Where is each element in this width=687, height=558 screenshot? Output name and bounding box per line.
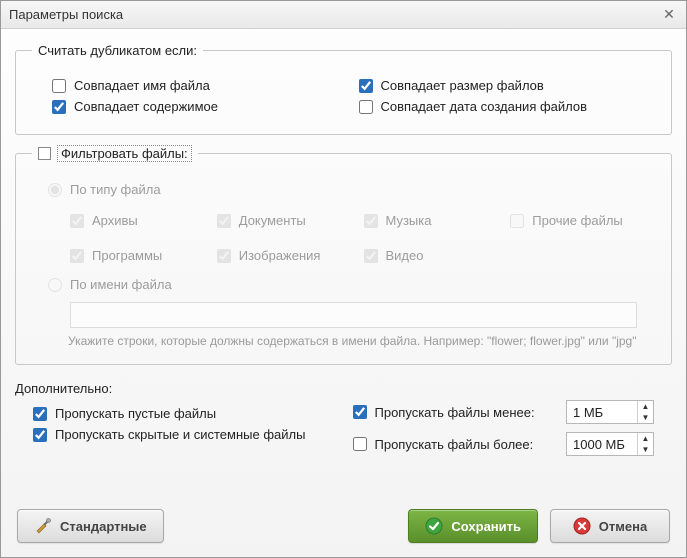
check-type-documents[interactable]: Документы — [217, 213, 354, 228]
check-match-size-label: Совпадает размер файлов — [381, 78, 544, 93]
check-skip-empty-box[interactable] — [33, 407, 47, 421]
check-type-music-box[interactable] — [364, 214, 378, 228]
check-skip-less[interactable]: Пропускать файлы менее: — [353, 405, 557, 420]
check-type-images-box[interactable] — [217, 249, 231, 263]
chevron-up-icon[interactable]: ▲ — [638, 401, 653, 412]
group-additional: Пропускать пустые файлы Пропускать скрыт… — [15, 400, 672, 456]
check-circle-icon — [425, 517, 443, 535]
radio-by-type[interactable]: По типу файла — [48, 182, 647, 197]
radio-by-name-input[interactable] — [48, 278, 62, 292]
check-match-content[interactable]: Совпадает содержимое — [52, 99, 349, 114]
check-type-music[interactable]: Музыка — [364, 213, 501, 228]
check-match-date-label: Совпадает дата создания файлов — [381, 99, 588, 114]
check-type-archives-label: Архивы — [92, 213, 138, 228]
check-type-images[interactable]: Изображения — [217, 248, 354, 263]
check-match-content-label: Совпадает содержимое — [74, 99, 218, 114]
group-duplicate: Считать дубликатом если: Совпадает имя ф… — [15, 43, 672, 135]
radio-by-name-label: По имени файла — [70, 277, 172, 292]
radio-by-type-input[interactable] — [48, 183, 62, 197]
check-match-name-label: Совпадает имя файла — [74, 78, 210, 93]
cancel-circle-icon — [573, 517, 591, 535]
check-skip-less-box[interactable] — [353, 405, 367, 419]
check-skip-more-label: Пропускать файлы более: — [375, 437, 534, 452]
group-filter-legend: Фильтровать файлы: — [32, 145, 198, 162]
defaults-button[interactable]: Стандартные — [17, 509, 164, 543]
check-type-music-label: Музыка — [386, 213, 432, 228]
check-skip-empty-label: Пропускать пустые файлы — [55, 406, 216, 421]
check-type-archives[interactable]: Архивы — [70, 213, 207, 228]
check-skip-less-label: Пропускать файлы менее: — [375, 405, 535, 420]
check-type-other-box[interactable] — [510, 214, 524, 228]
save-button-label: Сохранить — [451, 519, 521, 534]
window: Параметры поиска ✕ Считать дубликатом ес… — [0, 0, 687, 558]
group-filter: Фильтровать файлы: По типу файла Архивы … — [15, 145, 672, 365]
check-match-name-box[interactable] — [52, 79, 66, 93]
footer: Стандартные Сохранить Отмена — [1, 497, 686, 557]
check-match-content-box[interactable] — [52, 100, 66, 114]
group-additional-legend: Дополнительно: — [15, 381, 672, 396]
cancel-button[interactable]: Отмена — [550, 509, 670, 543]
check-match-size[interactable]: Совпадает размер файлов — [359, 78, 656, 93]
check-skip-more-box[interactable] — [353, 437, 367, 451]
spin-skip-more-value: 1000 МБ — [567, 437, 637, 452]
check-type-other[interactable]: Прочие файлы — [510, 213, 647, 228]
defaults-button-label: Стандартные — [60, 519, 147, 534]
check-match-date-box[interactable] — [359, 100, 373, 114]
check-skip-empty[interactable]: Пропускать пустые файлы — [33, 406, 335, 421]
check-type-archives-box[interactable] — [70, 214, 84, 228]
check-type-programs[interactable]: Программы — [70, 248, 207, 263]
radio-by-name[interactable]: По имени файла — [48, 277, 647, 292]
check-match-name[interactable]: Совпадает имя файла — [52, 78, 349, 93]
check-type-video-label: Видео — [386, 248, 424, 263]
check-type-video-box[interactable] — [364, 249, 378, 263]
check-skip-hidden-box[interactable] — [33, 428, 47, 442]
spin-skip-less[interactable]: 1 МБ ▲ ▼ — [566, 400, 654, 424]
chevron-down-icon[interactable]: ▼ — [638, 412, 653, 423]
chevron-up-icon[interactable]: ▲ — [638, 433, 653, 444]
radio-by-type-label: По типу файла — [70, 182, 161, 197]
check-match-size-box[interactable] — [359, 79, 373, 93]
spin-skip-more[interactable]: 1000 МБ ▲ ▼ — [566, 432, 654, 456]
check-type-video[interactable]: Видео — [364, 248, 501, 263]
filter-enable-checkbox[interactable] — [38, 147, 51, 160]
filter-name-input[interactable] — [70, 302, 637, 328]
check-type-programs-label: Программы — [92, 248, 162, 263]
check-skip-hidden-label: Пропускать скрытые и системные файлы — [55, 427, 305, 442]
check-type-other-label: Прочие файлы — [532, 213, 623, 228]
check-skip-more[interactable]: Пропускать файлы более: — [353, 437, 557, 452]
check-type-documents-label: Документы — [239, 213, 306, 228]
spin-skip-less-value: 1 МБ — [567, 405, 637, 420]
filter-name-hint: Укажите строки, которые должны содержать… — [68, 334, 647, 348]
save-button[interactable]: Сохранить — [408, 509, 538, 543]
check-type-programs-box[interactable] — [70, 249, 84, 263]
titlebar: Параметры поиска ✕ — [1, 1, 686, 29]
cancel-button-label: Отмена — [599, 519, 647, 534]
check-type-documents-box[interactable] — [217, 214, 231, 228]
tools-icon — [34, 517, 52, 535]
window-title: Параметры поиска — [9, 7, 660, 22]
chevron-down-icon[interactable]: ▼ — [638, 444, 653, 455]
group-filter-legend-text: Фильтровать файлы: — [57, 145, 192, 162]
check-type-images-label: Изображения — [239, 248, 321, 263]
content: Считать дубликатом если: Совпадает имя ф… — [1, 29, 686, 497]
group-duplicate-legend: Считать дубликатом если: — [32, 43, 203, 58]
check-match-date[interactable]: Совпадает дата создания файлов — [359, 99, 656, 114]
check-skip-hidden[interactable]: Пропускать скрытые и системные файлы — [33, 427, 335, 442]
close-icon[interactable]: ✕ — [660, 6, 678, 24]
